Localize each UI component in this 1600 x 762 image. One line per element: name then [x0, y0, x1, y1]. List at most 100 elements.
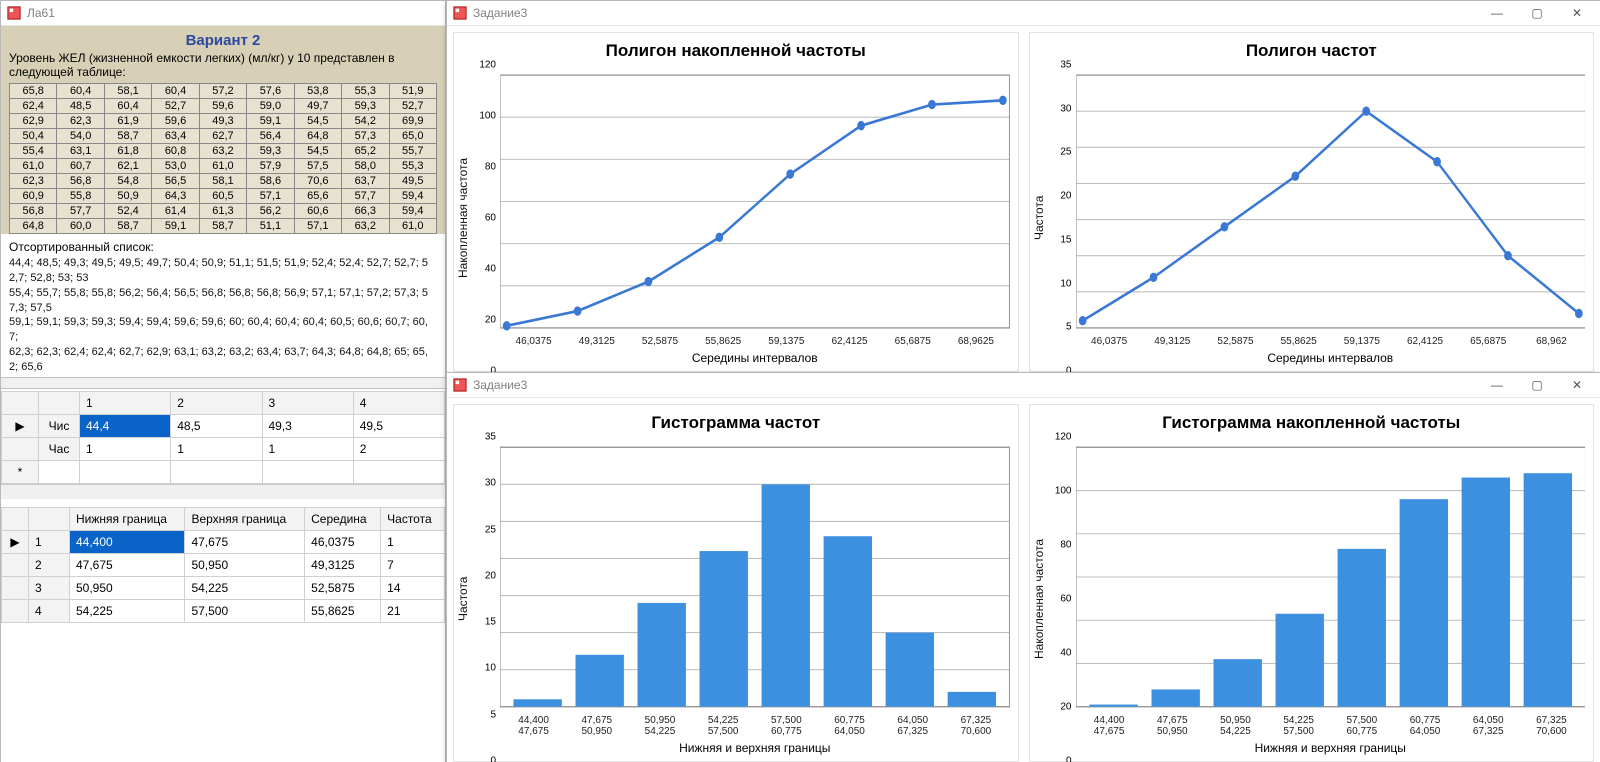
scan-cell: 62,3 — [57, 114, 104, 129]
scan-cell: 57,7 — [57, 204, 104, 219]
column-header[interactable]: Верхняя граница — [185, 507, 305, 530]
datagrid-series[interactable]: 1234▶Чис44,448,549,349,5Час1112* — [1, 391, 445, 484]
close-button[interactable]: ✕ — [1560, 3, 1594, 23]
grid-cell[interactable]: 7 — [381, 553, 445, 576]
scan-cell: 62,4 — [10, 99, 57, 114]
grid-cell[interactable]: 1 — [29, 530, 70, 553]
scan-cell: 58,7 — [104, 219, 151, 234]
y-axis-label: Накопленная частота — [454, 65, 472, 371]
column-header[interactable] — [39, 391, 80, 414]
titlebar-task3-bottom[interactable]: Задание3 — ▢ ✕ — [447, 373, 1600, 398]
scan-cell: 62,1 — [104, 159, 151, 174]
scan-cell: 49,3 — [199, 114, 246, 129]
grid-cell[interactable]: 2 — [353, 437, 444, 460]
grid-cell[interactable]: 1 — [171, 437, 262, 460]
scan-cell: 52,7 — [152, 99, 199, 114]
scan-cell: 63,4 — [152, 129, 199, 144]
column-header[interactable]: 2 — [171, 391, 262, 414]
column-header[interactable]: 3 — [262, 391, 353, 414]
scan-cell: 56,5 — [152, 174, 199, 189]
chart-title: Полигон частот — [1030, 33, 1594, 65]
scan-cell: 65,6 — [294, 189, 341, 204]
grid-cell[interactable]: 54,225 — [185, 576, 305, 599]
scan-cell: 60,4 — [104, 99, 151, 114]
x-ticks: 44,400 47,67547,675 50,95050,950 54,2255… — [1076, 715, 1586, 737]
scan-cell: 60,0 — [57, 219, 104, 234]
grid-cell[interactable]: 50,950 — [70, 576, 185, 599]
grid-cell[interactable]: 3 — [29, 576, 70, 599]
close-button[interactable]: ✕ — [1560, 375, 1594, 395]
grid-cell[interactable]: 57,500 — [185, 599, 305, 622]
scan-cell: 57,7 — [342, 189, 389, 204]
maximize-button[interactable]: ▢ — [1520, 375, 1554, 395]
x-ticks: 46,037549,312552,587555,862559,137562,41… — [500, 336, 1010, 347]
scan-cell: 60,4 — [57, 84, 104, 99]
grid-cell[interactable]: 14 — [381, 576, 445, 599]
scan-cell: 61,3 — [199, 204, 246, 219]
scan-subtitle: Уровень ЖЕЛ (жизненной емкости легких) (… — [9, 51, 437, 79]
grid-cell[interactable]: 50,950 — [185, 553, 305, 576]
column-header[interactable] — [2, 507, 29, 530]
scan-cell: 60,9 — [10, 189, 57, 204]
column-header[interactable]: Нижняя граница — [70, 507, 185, 530]
app-icon — [453, 378, 467, 392]
scan-cell: 60,8 — [152, 144, 199, 159]
window-task3-top: Задание3 — ▢ ✕ Полигон накопленной часто… — [446, 0, 1600, 374]
x-ticks: 46,037549,312552,587555,862559,137562,41… — [1076, 336, 1586, 347]
scan-cell: 70,6 — [294, 174, 341, 189]
column-header[interactable] — [29, 507, 70, 530]
column-header[interactable]: Частота — [381, 507, 445, 530]
grid-cell[interactable]: 21 — [381, 599, 445, 622]
grid-cell[interactable]: 47,675 — [70, 553, 185, 576]
maximize-button[interactable]: ▢ — [1520, 3, 1554, 23]
minimize-button[interactable]: — — [1480, 3, 1514, 23]
grid-cell[interactable]: 49,3 — [262, 414, 353, 437]
column-header[interactable] — [2, 391, 39, 414]
grid-cell[interactable]: 55,8625 — [305, 599, 381, 622]
column-header[interactable]: Середина — [305, 507, 381, 530]
grid-cell[interactable]: 4 — [29, 599, 70, 622]
chart-title: Гистограмма частот — [454, 405, 1018, 437]
scan-cell: 57,1 — [247, 189, 294, 204]
column-header[interactable]: 4 — [353, 391, 444, 414]
grid-cell[interactable]: 1 — [381, 530, 445, 553]
grid-cell[interactable]: 1 — [262, 437, 353, 460]
splitter[interactable] — [1, 377, 445, 389]
scan-cell: 61,0 — [389, 219, 437, 234]
minimize-button[interactable]: — — [1480, 375, 1514, 395]
scan-cell: 58,0 — [342, 159, 389, 174]
scan-cell: 65,8 — [10, 84, 57, 99]
scan-cell: 56,8 — [10, 204, 57, 219]
scan-cell: 69,9 — [389, 114, 437, 129]
grid-cell[interactable]: 2 — [29, 553, 70, 576]
grid-cell[interactable]: 46,0375 — [305, 530, 381, 553]
grid-cell[interactable]: 1 — [80, 437, 171, 460]
app-icon — [7, 6, 21, 20]
datagrid-intervals[interactable]: Нижняя границаВерхняя границаСерединаЧас… — [1, 507, 445, 623]
window-title: Задание3 — [473, 378, 527, 392]
grid-cell[interactable]: 48,5 — [171, 414, 262, 437]
scan-cell: 52,4 — [104, 204, 151, 219]
scan-cell: 60,7 — [57, 159, 104, 174]
grid-cell[interactable]: 47,675 — [185, 530, 305, 553]
scan-cell: 50,4 — [10, 129, 57, 144]
scan-cell: 58,6 — [247, 174, 294, 189]
grid-cell[interactable]: 44,4 — [80, 414, 171, 437]
grid-cell[interactable]: 49,5 — [353, 414, 444, 437]
scan-cell: 59,3 — [342, 99, 389, 114]
titlebar-la61[interactable]: Ла61 — [1, 1, 445, 26]
grid-cell[interactable]: 49,3125 — [305, 553, 381, 576]
scrollbar-horizontal[interactable] — [1, 484, 445, 499]
scan-cell: 56,4 — [247, 129, 294, 144]
scan-cell: 61,4 — [152, 204, 199, 219]
grid-cell[interactable]: 54,225 — [70, 599, 185, 622]
titlebar-task3-top[interactable]: Задание3 — ▢ ✕ — [447, 1, 1600, 26]
grid-cell[interactable]: 52,5875 — [305, 576, 381, 599]
grid-cell[interactable]: 44,400 — [70, 530, 185, 553]
scan-cell: 63,1 — [57, 144, 104, 159]
x-axis-label: Нижняя и верхняя границы — [1076, 737, 1586, 761]
column-header[interactable]: 1 — [80, 391, 171, 414]
scan-cell: 57,5 — [294, 159, 341, 174]
scan-cell: 63,7 — [342, 174, 389, 189]
scan-cell: 66,3 — [342, 204, 389, 219]
